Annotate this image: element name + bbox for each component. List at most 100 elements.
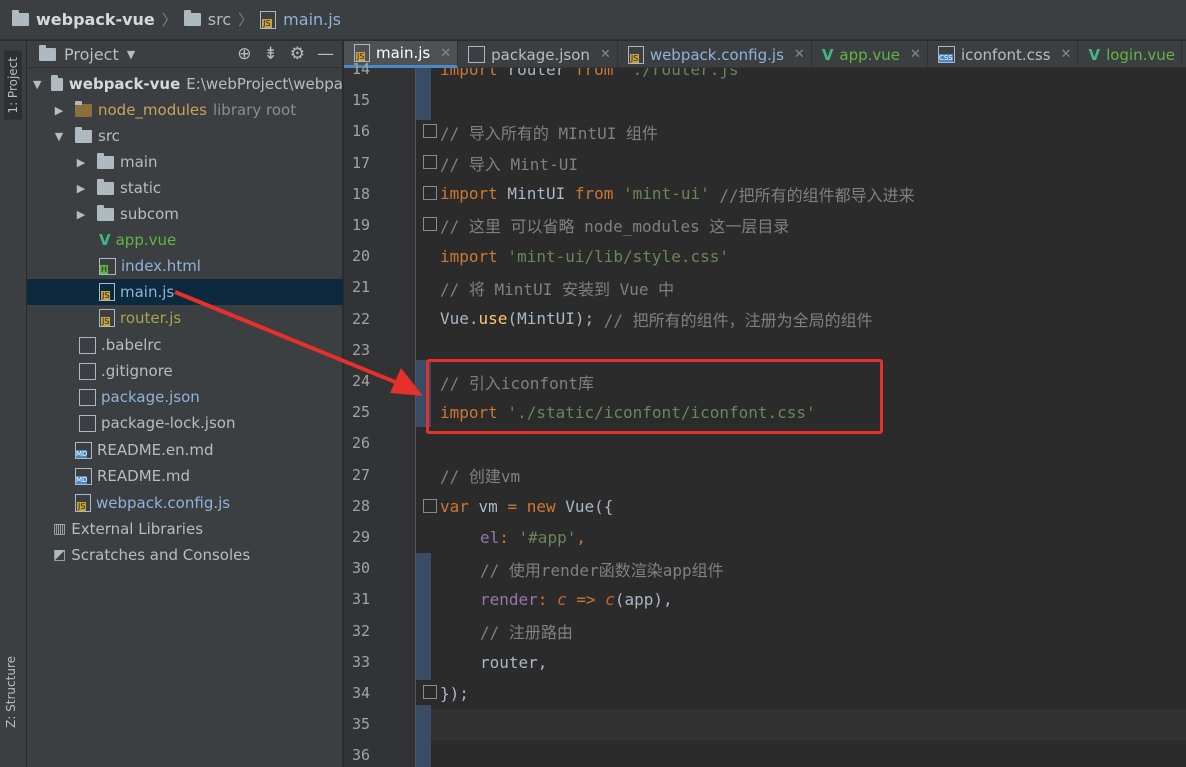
change-marker[interactable] [416, 705, 431, 767]
tree-item-package-lock[interactable]: package-lock.json [27, 410, 343, 436]
tree-item-main-js[interactable]: main.js [27, 279, 343, 305]
scratches-icon: ◩ [53, 547, 67, 563]
tree-item-subcom[interactable]: ▶ subcom [27, 201, 343, 227]
tree-item-gitignore[interactable]: .gitignore [27, 358, 343, 384]
breadcrumb-separator: 〉 [161, 11, 177, 29]
code-line-35 [416, 709, 1186, 740]
close-icon[interactable]: ✕ [440, 46, 451, 61]
code-line-32: // 注册路由 [480, 622, 573, 642]
line-number: 27 [351, 466, 370, 484]
tree-item-label: subcom [120, 205, 179, 223]
tree-item-scratches[interactable]: ◩ Scratches and Consoles [27, 542, 343, 568]
fold-toggle-icon[interactable] [423, 217, 437, 231]
fold-toggle-icon[interactable] [423, 499, 437, 513]
fold-toggle-icon[interactable] [423, 685, 437, 699]
change-marker[interactable] [416, 553, 431, 680]
markdown-file-icon: MD [75, 441, 92, 459]
tree-item-label: README.en.md [97, 441, 214, 459]
js-file-icon [99, 283, 115, 301]
line-number: 16 [351, 122, 370, 140]
line-number: 22 [351, 310, 370, 328]
tree-item-readme-en[interactable]: MD README.en.md [27, 437, 343, 463]
line-number: 19 [351, 216, 370, 234]
project-view-selector[interactable]: Project [64, 45, 119, 64]
line-number: 18 [351, 185, 370, 203]
tab-login-vue[interactable]: V login.vue [1078, 41, 1182, 68]
tab-package-json[interactable]: package.json ✕ [458, 41, 618, 68]
close-icon[interactable]: ✕ [794, 47, 805, 62]
folder-icon [51, 74, 63, 91]
expand-arrow-icon[interactable]: ▼ [33, 78, 41, 91]
tree-item-root[interactable]: ▼ webpack-vue E:\webProject\webpa [27, 71, 343, 97]
close-icon[interactable]: ✕ [910, 47, 921, 62]
library-root-tag: library root [212, 101, 297, 119]
tree-item-main[interactable]: ▶ main [27, 149, 343, 175]
tree-item-label: src [98, 127, 120, 145]
expand-arrow-icon[interactable]: ▶ [75, 208, 87, 221]
expand-arrow-icon[interactable]: ▶ [75, 156, 87, 169]
minimize-icon[interactable]: — [317, 44, 334, 64]
project-toolwindow-tab[interactable]: 1: Project [4, 51, 22, 120]
line-number: 24 [351, 372, 370, 390]
folder-icon [97, 204, 114, 221]
structure-toolwindow-tab[interactable]: Z: Structure [4, 656, 18, 728]
tree-item-webpack-config[interactable]: webpack.config.js [27, 490, 343, 516]
code-line-31: render: c => c (app), [480, 590, 673, 609]
tree-item-src[interactable]: ▼ src [27, 123, 343, 149]
tree-item-package-json[interactable]: package.json [27, 384, 343, 410]
tree-item-router-js[interactable]: router.js [27, 305, 343, 331]
fold-toggle-icon[interactable] [423, 155, 437, 169]
tree-item-index-html[interactable]: H index.html [27, 253, 343, 279]
tab-app-vue[interactable]: V app.vue ✕ [812, 41, 928, 68]
tree-item-app-vue[interactable]: V app.vue [27, 227, 343, 253]
locate-icon[interactable]: ⊕ [237, 44, 251, 64]
tree-item-node-modules[interactable]: ▶ node_modules library root [27, 97, 343, 123]
tree-item-label: static [120, 179, 162, 197]
close-icon[interactable]: ✕ [600, 47, 611, 62]
tree-item-label: package-lock.json [101, 414, 236, 432]
folder-icon [75, 100, 92, 117]
tree-item-label: package.json [101, 388, 200, 406]
line-number: 17 [351, 154, 370, 172]
line-number: 25 [351, 403, 370, 421]
code-line-28: var vm = new Vue({ [440, 497, 614, 516]
gear-icon[interactable]: ⚙ [290, 44, 305, 64]
js-file-icon [75, 494, 91, 512]
html-file-icon: H [99, 257, 116, 275]
collapse-icon[interactable]: ⇟ [264, 44, 278, 64]
breadcrumb-project[interactable]: webpack-vue [12, 10, 155, 29]
folder-icon [183, 10, 201, 26]
chevron-down-icon[interactable]: ▼ [127, 48, 135, 61]
code-line-14: import router from './router.js' [440, 68, 749, 79]
project-panel-header: Project ▼ ⊕ ⇟ ⚙ — [27, 41, 342, 68]
folder-icon [97, 152, 114, 169]
line-number: 32 [351, 622, 370, 640]
change-marker[interactable] [416, 68, 431, 120]
vue-file-icon: V [99, 231, 111, 249]
tree-item-label: router.js [120, 309, 182, 327]
tab-webpack-config[interactable]: webpack.config.js ✕ [618, 41, 812, 68]
code-line-29: el: '#app', [480, 528, 586, 547]
code-line-18: import MintUI from 'mint-ui' //把所有的组件都导入… [440, 184, 915, 205]
tree-item-readme[interactable]: MD README.md [27, 463, 343, 489]
close-icon[interactable]: ✕ [1061, 47, 1072, 62]
fold-toggle-icon[interactable] [423, 186, 437, 200]
tree-item-babelrc[interactable]: .babelrc [27, 332, 343, 358]
expand-arrow-icon[interactable]: ▶ [53, 104, 65, 117]
expand-arrow-icon[interactable]: ▼ [53, 130, 65, 143]
tree-item-label: Scratches and Consoles [71, 546, 251, 564]
breadcrumb-separator: 〉 [238, 11, 254, 29]
expand-arrow-icon[interactable]: ▶ [75, 182, 87, 195]
tree-item-external-libraries[interactable]: ▥ External Libraries [27, 516, 343, 542]
tree-item-static[interactable]: ▶ static [27, 175, 343, 201]
breadcrumb-folder[interactable]: src [183, 10, 231, 29]
tab-label: login.vue [1106, 45, 1175, 64]
breadcrumb-file[interactable]: main.js [260, 10, 341, 29]
tree-item-label: index.html [121, 257, 201, 275]
fold-toggle-icon[interactable] [423, 124, 437, 138]
folder-icon [39, 44, 56, 61]
line-number: 33 [351, 653, 370, 671]
code-line-16: // 导入所有的 MIntUI 组件 [440, 123, 658, 143]
tab-iconfont-css[interactable]: CSS iconfont.css ✕ [928, 41, 1079, 68]
tree-item-label: README.md [97, 467, 191, 485]
